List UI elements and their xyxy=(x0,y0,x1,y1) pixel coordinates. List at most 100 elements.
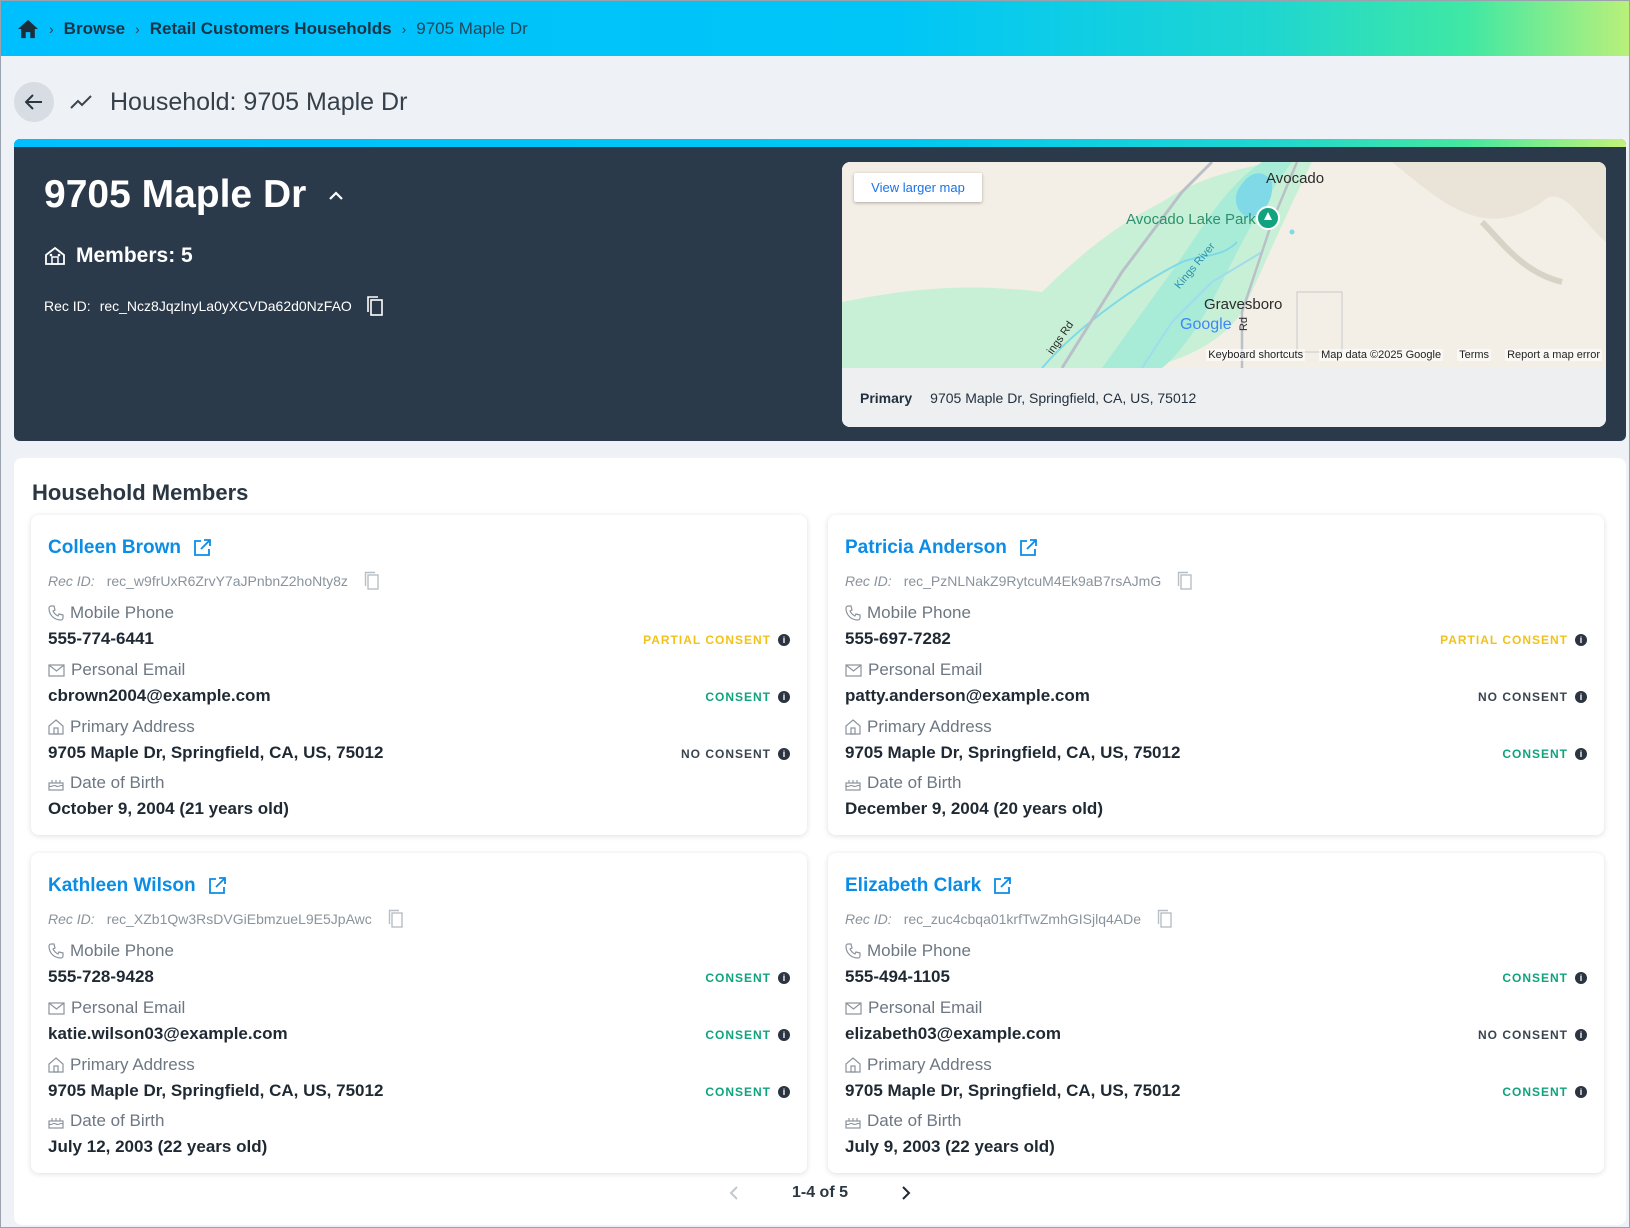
phone-consent-badge: PARTIAL CONSENT i xyxy=(643,633,790,647)
copy-icon[interactable] xyxy=(1177,571,1193,591)
member-name-link[interactable]: Patricia Anderson xyxy=(845,537,1037,559)
email-label: Personal Email xyxy=(48,998,185,1018)
info-icon[interactable]: i xyxy=(1575,1086,1587,1098)
member-name-link[interactable]: Kathleen Wilson xyxy=(48,875,226,897)
email-label-text: Personal Email xyxy=(71,998,186,1017)
consent-text: NO CONSENT xyxy=(1477,1028,1568,1042)
info-icon[interactable]: i xyxy=(1575,972,1587,984)
copy-icon[interactable] xyxy=(366,295,384,317)
member-name[interactable]: Kathleen Wilson xyxy=(48,875,196,897)
address-type-label: Primary xyxy=(860,389,913,406)
terms-link[interactable]: Terms xyxy=(1457,349,1492,361)
address-consent-badge: CONSENT i xyxy=(705,1085,790,1099)
dob-value: October 9, 2004 (21 years old) xyxy=(48,799,289,818)
info-icon[interactable]: i xyxy=(778,1086,790,1098)
breadcrumb-browse[interactable]: Browse xyxy=(64,19,125,39)
accent-stripe xyxy=(14,139,1626,147)
consent-text: CONSENT xyxy=(705,1028,771,1042)
address-label: Primary Address xyxy=(845,717,992,737)
phone-icon xyxy=(845,943,861,959)
back-button[interactable] xyxy=(14,82,54,122)
breadcrumb-separator: › xyxy=(401,20,407,37)
dob-label: Date of Birth xyxy=(845,773,962,793)
dob-label-text: Date of Birth xyxy=(867,1111,962,1130)
address-label: Primary Address xyxy=(48,1055,195,1075)
info-icon[interactable]: i xyxy=(1575,748,1587,760)
household-name: 9705 Maple Dr xyxy=(44,173,307,216)
breadcrumb-retail-households[interactable]: Retail Customers Households xyxy=(150,19,392,39)
member-card: Kathleen Wilson Rec ID: rec_XZb1Qw3RsDVGi… xyxy=(31,853,807,1173)
external-link-icon[interactable] xyxy=(1019,539,1037,557)
dob-value: July 9, 2003 (22 years old) xyxy=(845,1137,1055,1156)
info-icon[interactable]: i xyxy=(778,691,790,703)
phone-label: Mobile Phone xyxy=(48,941,174,961)
home-icon[interactable] xyxy=(17,19,39,39)
phone-value: 555-697-7282 xyxy=(845,629,951,648)
page-header: Household: 9705 Maple Dr xyxy=(1,56,1629,148)
rec-id-label: Rec ID: xyxy=(845,573,892,589)
address-label: Primary Address xyxy=(845,1055,992,1075)
house-icon xyxy=(45,246,65,265)
mail-icon xyxy=(48,1001,65,1015)
household-members-panel: Household Members Colleen Brown Rec ID: r… xyxy=(14,458,1626,1225)
member-name[interactable]: Elizabeth Clark xyxy=(845,875,981,897)
household-summary-card: 9705 Maple Dr Members: 5 Rec ID: rec_Ncz… xyxy=(14,139,1626,441)
address-consent-badge: CONSENT i xyxy=(1502,1085,1587,1099)
dob-label: Date of Birth xyxy=(48,1111,165,1131)
map-label-avocado: Avocado xyxy=(1266,170,1325,187)
phone-consent-badge: CONSENT i xyxy=(705,971,790,985)
panel-title: Household Members xyxy=(32,480,249,505)
email-consent-badge: NO CONSENT i xyxy=(1478,1028,1587,1042)
external-link-icon[interactable] xyxy=(208,877,226,895)
phone-consent-badge: CONSENT i xyxy=(1502,971,1587,985)
member-name-link[interactable]: Colleen Brown xyxy=(48,537,211,559)
map-label-gravesboro: Gravesboro xyxy=(1204,296,1283,313)
info-icon[interactable]: i xyxy=(1575,691,1587,703)
member-rec-id: Rec ID: rec_XZb1Qw3RsDVGiEbmzueL9E5JpAwc xyxy=(48,909,404,929)
copy-icon[interactable] xyxy=(364,571,380,591)
address-value: 9705 Maple Dr, Springfield, CA, US, 7501… xyxy=(48,743,384,762)
pagination: 1-4 of 5 xyxy=(14,1178,1626,1208)
view-larger-map-link[interactable]: View larger map xyxy=(854,173,982,202)
next-page-button[interactable] xyxy=(896,1183,916,1203)
consent-text: PARTIAL CONSENT xyxy=(643,633,771,647)
map-label-road: Rd xyxy=(1238,316,1251,332)
phone-value: 555-728-9428 xyxy=(48,967,154,986)
cake-icon xyxy=(845,1118,861,1129)
info-icon[interactable]: i xyxy=(1575,634,1587,646)
info-icon[interactable]: i xyxy=(778,748,790,760)
external-link-icon[interactable] xyxy=(193,539,211,557)
google-logo: Google xyxy=(1180,316,1232,333)
address-value: 9705 Maple Dr, Springfield, CA, US, 7501… xyxy=(845,743,1181,762)
info-icon[interactable]: i xyxy=(1575,1029,1587,1041)
home-outline-icon xyxy=(48,1057,64,1073)
dob-value: July 12, 2003 (22 years old) xyxy=(48,1137,268,1156)
email-consent-badge: CONSENT i xyxy=(705,1028,790,1042)
rec-id-value: rec_zuc4cbqa01krfTwZmhGISjlq4ADe xyxy=(903,911,1142,927)
member-rec-id: Rec ID: rec_zuc4cbqa01krfTwZmhGISjlq4ADe xyxy=(845,909,1173,929)
keyboard-shortcuts-link[interactable]: Keyboard shortcuts xyxy=(1206,349,1306,361)
external-link-icon[interactable] xyxy=(993,877,1012,895)
dob-label-text: Date of Birth xyxy=(867,773,962,792)
info-icon[interactable]: i xyxy=(778,634,790,646)
address-consent-badge: NO CONSENT i xyxy=(681,747,790,761)
consent-text: PARTIAL CONSENT xyxy=(1440,633,1568,647)
member-name[interactable]: Patricia Anderson xyxy=(845,537,1007,559)
prev-page-button[interactable] xyxy=(724,1183,744,1203)
info-icon[interactable]: i xyxy=(778,972,790,984)
email-consent-badge: NO CONSENT i xyxy=(1478,690,1587,704)
address-label: Primary Address xyxy=(48,717,195,737)
copy-icon[interactable] xyxy=(1157,909,1173,929)
member-name[interactable]: Colleen Brown xyxy=(48,537,181,559)
dob-label-text: Date of Birth xyxy=(70,1111,165,1130)
chevron-up-icon[interactable] xyxy=(328,190,344,200)
member-name-link[interactable]: Elizabeth Clark xyxy=(845,875,1012,897)
cake-icon xyxy=(48,1118,64,1129)
consent-text: NO CONSENT xyxy=(1477,690,1568,704)
copy-icon[interactable] xyxy=(388,909,404,929)
report-map-error-link[interactable]: Report a map error xyxy=(1505,349,1602,361)
consent-text: CONSENT xyxy=(705,971,771,985)
dob-label: Date of Birth xyxy=(845,1111,962,1131)
consent-text: CONSENT xyxy=(1502,1085,1568,1099)
info-icon[interactable]: i xyxy=(778,1029,790,1041)
